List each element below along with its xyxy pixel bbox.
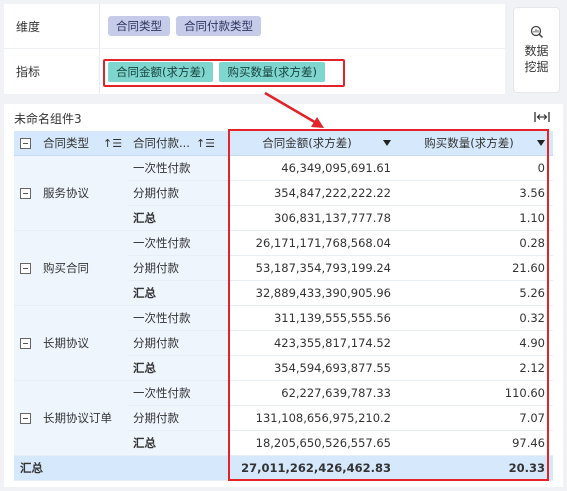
sort-icon[interactable]: ↑☰ [196, 137, 215, 150]
collapse-icon[interactable] [20, 137, 31, 149]
expand-columns-icon[interactable] [533, 110, 551, 124]
qty-cell: 5.26 [399, 281, 553, 306]
group-name: 长期协议 [43, 336, 89, 350]
amount-cell: 26,171,171,768,568.04 [229, 231, 399, 256]
header-label: 合同金额(求方差) [262, 136, 352, 150]
amount-cell: 32,889,433,390,905.96 [229, 281, 399, 306]
payment-type-cell: 汇总 [127, 281, 229, 306]
qty-cell: 1.10 [399, 206, 553, 231]
dimension-chips: 合同类型 合同付款类型 [100, 4, 261, 48]
payment-type-cell: 一次性付款 [127, 231, 229, 256]
collapse-icon[interactable] [20, 337, 31, 349]
qty-cell: 21.60 [399, 256, 553, 281]
header-payment-type[interactable]: 合同付款... ↑☰ [127, 131, 229, 156]
qty-cell: 110.60 [399, 381, 553, 406]
dimension-label: 维度 [4, 4, 100, 48]
amount-cell: 62,227,639,787.33 [229, 381, 399, 406]
amount-cell: 354,847,222,222.22 [229, 181, 399, 206]
indicator-chips: 合同金额(求方差) 购买数量(求方差) [100, 49, 325, 94]
qty-cell: 0.32 [399, 306, 553, 331]
payment-type-cell: 一次性付款 [127, 156, 229, 181]
amount-cell: 131,108,656,975,210.2 [229, 406, 399, 431]
dimension-chip[interactable]: 合同类型 [108, 16, 170, 36]
data-mining-button[interactable]: 数据挖掘 [514, 8, 559, 92]
indicator-chip[interactable]: 购买数量(求方差) [219, 61, 325, 82]
qty-cell: 97.46 [399, 431, 553, 456]
dropdown-triangle-icon[interactable] [537, 140, 545, 146]
magnifier-chart-icon [530, 25, 543, 39]
indicator-chip[interactable]: 合同金额(求方差) [108, 61, 214, 82]
indicator-label: 指标 [4, 49, 100, 94]
row-group: 一次性付款 62,227,639,787.33 110.60 分期付款 131,108,… [14, 381, 553, 456]
qty-cell: 3.56 [399, 181, 553, 206]
header-label: 合同类型 [43, 136, 89, 150]
group-name: 长期协议订单 [43, 411, 112, 425]
group-name: 服务协议 [43, 186, 89, 200]
total-empty-cell [127, 456, 229, 481]
table-widget: 未命名组件3 合同类型 ↑☰ 合同付款... ↑☰ 合同金额(求方差) 购买数量… [4, 104, 563, 487]
amount-cell: 306,831,137,777.78 [229, 206, 399, 231]
indicator-row: 指标 合同金额(求方差) 购买数量(求方差) [4, 49, 505, 94]
total-amount: 27,011,262,426,462.83 [229, 456, 399, 481]
header-qty-variance[interactable]: 购买数量(求方差) [399, 131, 553, 156]
total-label: 汇总 [14, 456, 127, 481]
payment-type-cell: 一次性付款 [127, 306, 229, 331]
amount-cell: 354,594,693,877.55 [229, 356, 399, 381]
dimension-row: 维度 合同类型 合同付款类型 [4, 4, 505, 49]
pivot-table: 合同类型 ↑☰ 合同付款... ↑☰ 合同金额(求方差) 购买数量(求方差) 一… [14, 131, 553, 481]
group-label[interactable]: 服务协议 [14, 156, 127, 231]
row-group: 一次性付款 311,139,555,555.56 0.32 分期付款 423,355,8… [14, 306, 553, 381]
qty-cell: 4.90 [399, 331, 553, 356]
amount-cell: 18,205,650,526,557.65 [229, 431, 399, 456]
header-amount-variance[interactable]: 合同金额(求方差) [229, 131, 399, 156]
payment-type-cell: 一次性付款 [127, 381, 229, 406]
amount-cell: 46,349,095,691.61 [229, 156, 399, 181]
payment-type-cell: 汇总 [127, 356, 229, 381]
dimension-chip[interactable]: 合同付款类型 [176, 16, 261, 36]
qty-cell: 0 [399, 156, 553, 181]
header-contract-type[interactable]: 合同类型 ↑☰ [14, 131, 127, 156]
widget-title: 未命名组件3 [14, 112, 82, 126]
collapse-icon[interactable] [20, 262, 31, 274]
payment-type-cell: 分期付款 [127, 256, 229, 281]
payment-type-cell: 分期付款 [127, 181, 229, 206]
dropdown-triangle-icon[interactable] [383, 140, 391, 146]
config-panel: 维度 合同类型 合同付款类型 指标 合同金额(求方差) 购买数量(求方差) [4, 4, 505, 94]
collapse-icon[interactable] [20, 412, 31, 424]
total-qty: 20.33 [399, 456, 553, 481]
grand-total-row: 汇总 27,011,262,426,462.83 20.33 [14, 456, 553, 481]
header-label: 购买数量(求方差) [424, 136, 514, 150]
row-group: 一次性付款 46,349,095,691.61 0 分期付款 354,847,222,2… [14, 156, 553, 231]
header-label: 合同付款... [133, 136, 190, 150]
sort-icon[interactable]: ↑☰ [103, 137, 122, 150]
amount-cell: 423,355,817,174.52 [229, 331, 399, 356]
data-mining-label: 数据挖掘 [524, 44, 549, 74]
qty-cell: 0.28 [399, 231, 553, 256]
amount-cell: 53,187,354,793,199.24 [229, 256, 399, 281]
payment-type-cell: 分期付款 [127, 331, 229, 356]
collapse-icon[interactable] [20, 187, 31, 199]
table-body: 一次性付款 46,349,095,691.61 0 分期付款 354,847,222,2… [14, 156, 553, 456]
group-label[interactable]: 购买合同 [14, 231, 127, 306]
payment-type-cell: 分期付款 [127, 406, 229, 431]
payment-type-cell: 汇总 [127, 431, 229, 456]
group-label[interactable]: 长期协议订单 [14, 381, 127, 456]
payment-type-cell: 汇总 [127, 206, 229, 231]
row-group: 一次性付款 26,171,171,768,568.04 0.28 分期付款 53,187… [14, 231, 553, 306]
amount-cell: 311,139,555,555.56 [229, 306, 399, 331]
group-label[interactable]: 长期协议 [14, 306, 127, 381]
qty-cell: 7.07 [399, 406, 553, 431]
qty-cell: 2.12 [399, 356, 553, 381]
group-name: 购买合同 [43, 261, 89, 275]
page: 维度 合同类型 合同付款类型 指标 合同金额(求方差) 购买数量(求方差) 数据… [0, 0, 567, 491]
table-header-row: 合同类型 ↑☰ 合同付款... ↑☰ 合同金额(求方差) 购买数量(求方差) [14, 131, 553, 156]
